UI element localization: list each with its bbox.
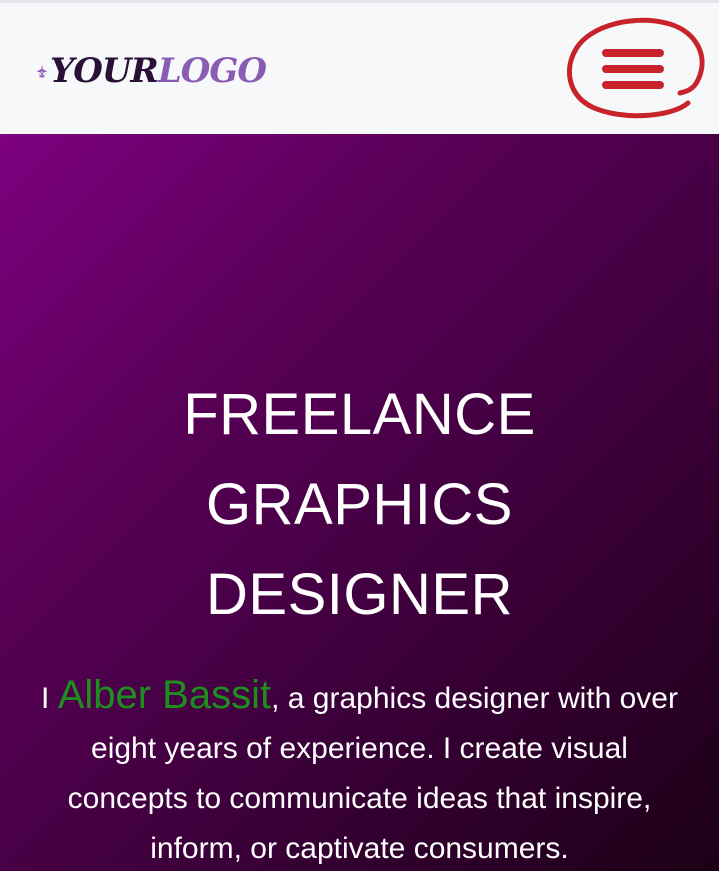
logo-icon bbox=[36, 64, 48, 78]
menu-button[interactable] bbox=[562, 17, 706, 123]
logo-text-logo: LOGO bbox=[157, 51, 267, 91]
hamburger-menu-icon bbox=[566, 17, 705, 119]
intro-prefix: I bbox=[41, 682, 58, 715]
hero-intro: I Alber Bassit, a graphics designer with… bbox=[30, 670, 689, 874]
hero-title: FREELANCE GRAPHICS DESIGNER bbox=[0, 370, 719, 640]
site-logo[interactable]: YOURLOGO bbox=[36, 43, 267, 99]
hero-title-line-3: DESIGNER bbox=[206, 562, 513, 627]
logo-text-your: YOUR bbox=[50, 51, 159, 91]
hero-section: FREELANCE GRAPHICS DESIGNER I Alber Bass… bbox=[0, 134, 719, 871]
designer-name-link[interactable]: Alber Bassit bbox=[58, 673, 271, 717]
logo-text: YOURLOGO bbox=[50, 51, 267, 91]
hero-title-line-1: FREELANCE bbox=[183, 382, 536, 447]
site-header: YOURLOGO bbox=[0, 3, 719, 134]
hero-title-line-2: GRAPHICS bbox=[206, 472, 513, 537]
